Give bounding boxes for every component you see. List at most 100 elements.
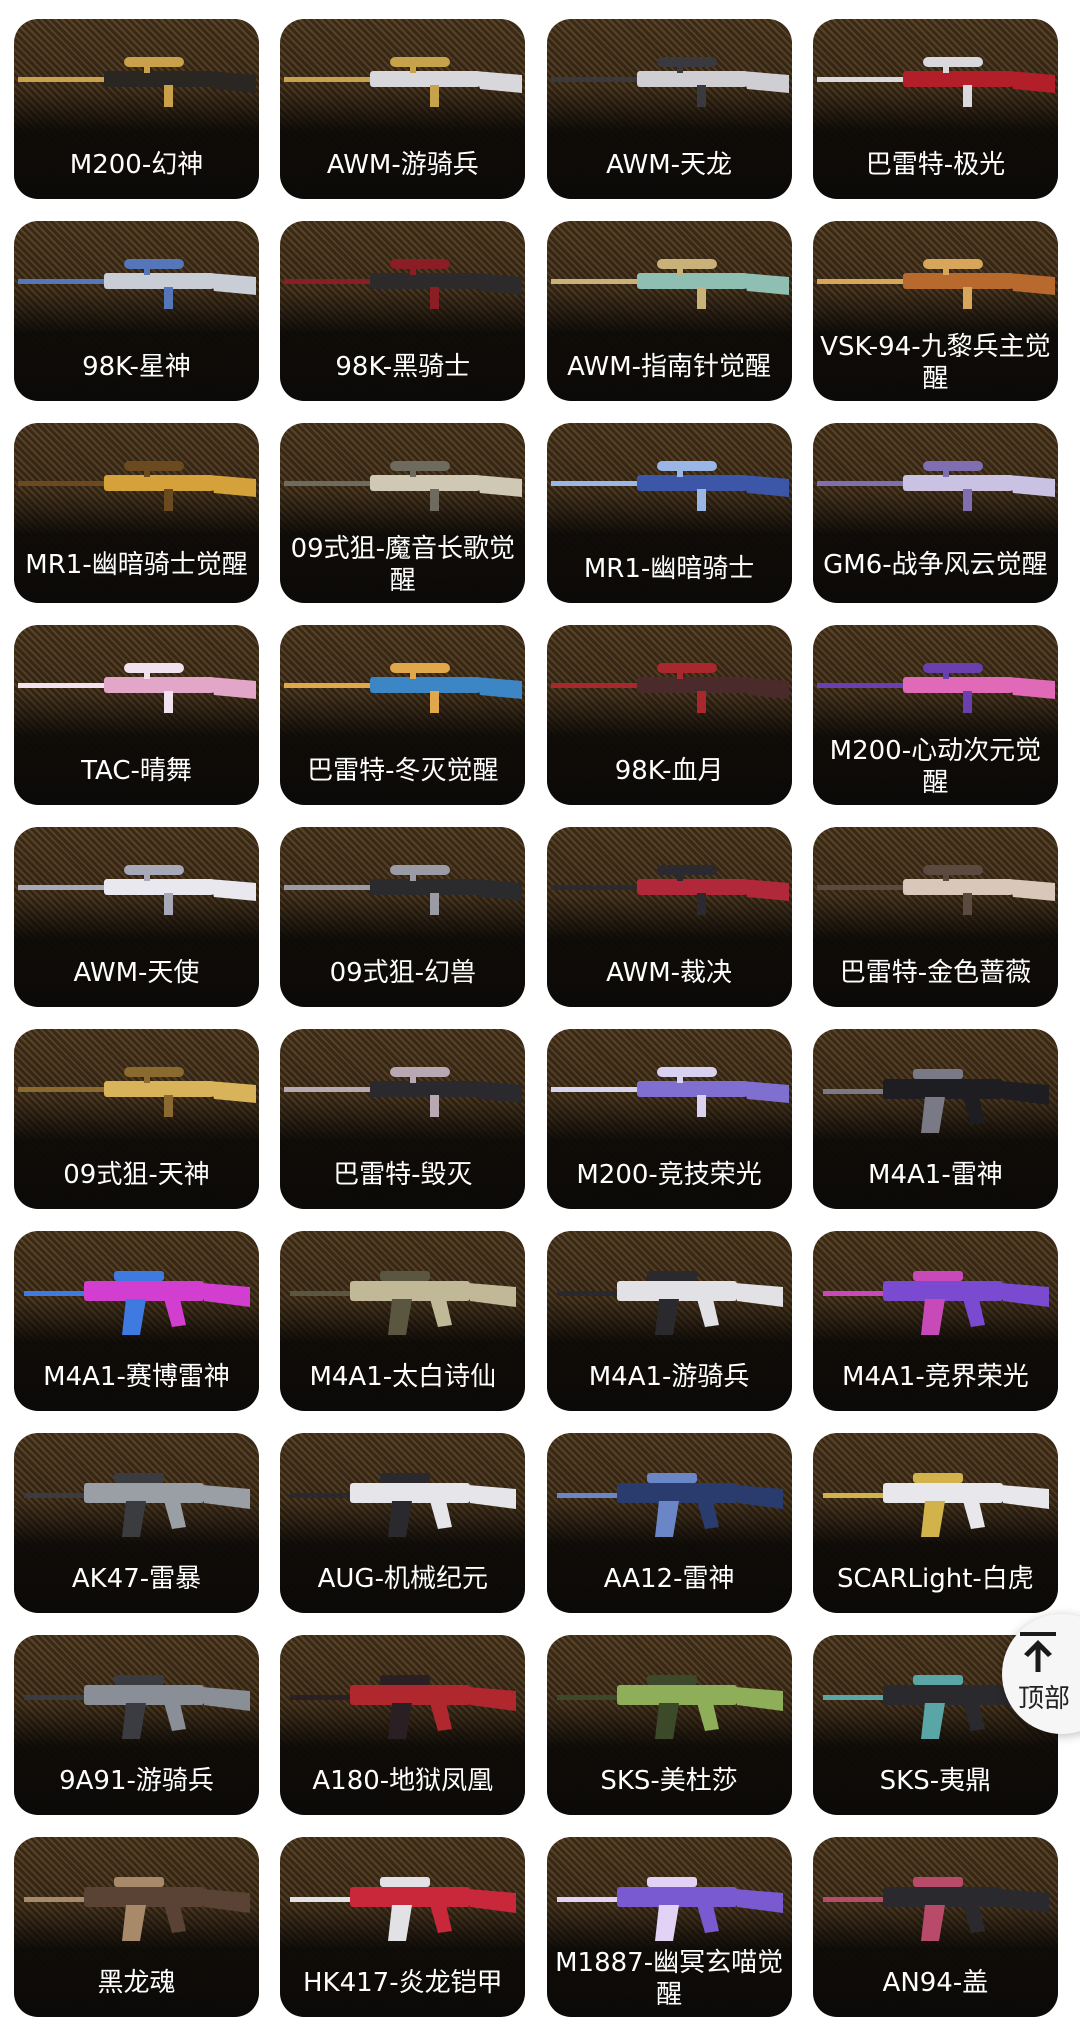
weapon-card[interactable]: 09式狙-魔音长歌觉醒 — [280, 423, 526, 603]
weapon-label: VSK-94-九黎兵主觉醒 — [820, 332, 1051, 394]
weapon-image — [290, 1877, 517, 1941]
weapon-image — [550, 259, 789, 309]
weapon-grid: M200-幻神 AWM-游骑兵 AWM-天龙 巴雷特-极光 98K-星神 98K… — [14, 19, 1058, 2017]
weapon-card[interactable]: A180-地狱凤凰 — [280, 1635, 526, 1815]
weapon-label: GM6-战争风云觉醒 — [823, 550, 1048, 580]
weapon-label: HK417-炎龙铠甲 — [302, 1968, 503, 1998]
weapon-card[interactable]: AUG-机械纪元 — [280, 1433, 526, 1613]
weapon-image — [816, 259, 1055, 309]
weapon-image — [822, 1473, 1049, 1537]
weapon-label: M4A1-太白诗仙 — [309, 1362, 497, 1392]
weapon-card[interactable]: M4A1-游骑兵 — [546, 1231, 792, 1411]
weapon-image — [816, 865, 1055, 915]
weapon-image — [290, 1271, 517, 1335]
weapon-label: M4A1-竞界荣光 — [842, 1362, 1029, 1392]
weapon-label: AK47-雷暴 — [71, 1564, 202, 1594]
weapon-card[interactable]: AWM-裁决 — [546, 827, 792, 1007]
weapon-label: AWM-指南针觉醒 — [567, 352, 772, 382]
weapon-card[interactable]: 9A91-游骑兵 — [14, 1635, 259, 1815]
weapon-image — [550, 461, 789, 511]
weapon-image — [550, 865, 789, 915]
weapon-card[interactable]: AWM-天使 — [14, 827, 259, 1007]
weapon-card[interactable]: 98K-星神 — [14, 221, 259, 401]
weapon-label: MR1-幽暗骑士觉醒 — [25, 550, 248, 580]
weapon-card[interactable]: 巴雷特-金色蔷薇 — [812, 827, 1058, 1007]
weapon-image — [24, 1675, 250, 1739]
weapon-card[interactable]: M4A1-雷神 — [812, 1029, 1058, 1209]
weapon-image — [18, 1067, 256, 1117]
weapon-label: SKS-夷鼎 — [879, 1766, 992, 1796]
weapon-label: SCARLight-白虎 — [837, 1564, 1034, 1594]
weapon-card[interactable]: 98K-黑骑士 — [280, 221, 526, 401]
weapon-image — [24, 1271, 250, 1335]
weapon-label: 巴雷特-极光 — [865, 150, 1006, 180]
weapon-card[interactable]: 巴雷特-极光 — [812, 19, 1058, 199]
weapon-image — [550, 57, 789, 107]
weapon-label: MR1-幽暗骑士 — [583, 554, 755, 584]
weapon-card[interactable]: 09式狙-幻兽 — [280, 827, 526, 1007]
weapon-card[interactable]: 09式狙-天神 — [14, 1029, 259, 1209]
weapon-label: 09式狙-幻兽 — [329, 958, 477, 988]
weapon-label: 黑龙魂 — [97, 1968, 176, 1998]
weapon-card[interactable]: GM6-战争风云觉醒 — [812, 423, 1058, 603]
weapon-card[interactable]: AWM-游骑兵 — [280, 19, 526, 199]
weapon-card[interactable]: M200-竞技荣光 — [546, 1029, 792, 1209]
weapon-card[interactable]: AK47-雷暴 — [14, 1433, 259, 1613]
weapon-label: 98K-血月 — [614, 756, 724, 786]
weapon-image — [284, 57, 523, 107]
weapon-image — [290, 1473, 517, 1537]
weapon-image — [816, 461, 1055, 511]
weapon-label: AUG-机械纪元 — [317, 1564, 488, 1594]
weapon-image — [556, 1877, 783, 1941]
weapon-card[interactable]: M4A1-赛博雷神 — [14, 1231, 259, 1411]
weapon-card[interactable]: SCARLight-白虎 — [812, 1433, 1058, 1613]
weapon-card[interactable]: AWM-天龙 — [546, 19, 792, 199]
weapon-label: M1887-幽冥玄喵觉醒 — [555, 1948, 784, 2010]
weapon-card[interactable]: M1887-幽冥玄喵觉醒 — [546, 1837, 792, 2017]
weapon-card[interactable]: AWM-指南针觉醒 — [546, 221, 792, 401]
weapon-label: A180-地狱凤凰 — [312, 1766, 494, 1796]
back-to-top-label: 顶部 — [1018, 1684, 1071, 1714]
weapon-label: SKS-美杜莎 — [600, 1766, 738, 1796]
weapon-image — [556, 1271, 783, 1335]
weapon-label: 98K-星神 — [82, 352, 191, 382]
weapon-image — [290, 1675, 517, 1739]
weapon-label: 09式狙-天神 — [63, 1160, 210, 1190]
weapon-image — [18, 461, 256, 511]
weapon-label: 98K-黑骑士 — [335, 352, 471, 382]
weapon-label: M4A1-游骑兵 — [588, 1362, 750, 1392]
weapon-image — [556, 1675, 783, 1739]
weapon-label: AN94-盖 — [882, 1968, 989, 1998]
weapon-image — [822, 1877, 1049, 1941]
weapon-image — [284, 1067, 523, 1117]
weapon-image — [18, 865, 256, 915]
weapon-label: 巴雷特-金色蔷薇 — [839, 958, 1032, 988]
weapon-card[interactable]: AA12-雷神 — [546, 1433, 792, 1613]
weapon-card[interactable]: M200-心动次元觉醒 — [812, 625, 1058, 805]
weapon-card[interactable]: M4A1-竞界荣光 — [812, 1231, 1058, 1411]
weapon-label: 9A91-游骑兵 — [59, 1766, 214, 1796]
weapon-image — [18, 259, 256, 309]
weapon-label: M200-心动次元觉醒 — [829, 736, 1042, 798]
weapon-label: 巴雷特-毁灭 — [333, 1160, 473, 1190]
weapon-card[interactable]: VSK-94-九黎兵主觉醒 — [812, 221, 1058, 401]
weapon-card[interactable]: SKS-美杜莎 — [546, 1635, 792, 1815]
weapon-label: 09式狙-魔音长歌觉醒 — [290, 534, 516, 596]
weapon-card[interactable]: MR1-幽暗骑士 — [546, 423, 792, 603]
weapon-card[interactable]: AN94-盖 — [812, 1837, 1058, 2017]
weapon-image — [18, 663, 256, 713]
weapon-image — [284, 259, 523, 309]
weapon-card[interactable]: TAC-晴舞 — [14, 625, 259, 805]
weapon-label: 巴雷特-冬灭觉醒 — [307, 756, 499, 786]
weapon-card[interactable]: 黑龙魂 — [14, 1837, 259, 2017]
weapon-card[interactable]: HK417-炎龙铠甲 — [280, 1837, 526, 2017]
weapon-image — [18, 57, 256, 107]
weapon-image — [822, 1069, 1049, 1133]
weapon-card[interactable]: M200-幻神 — [14, 19, 259, 199]
weapon-label: AA12-雷神 — [603, 1564, 735, 1594]
weapon-card[interactable]: MR1-幽暗骑士觉醒 — [14, 423, 259, 603]
weapon-card[interactable]: 98K-血月 — [546, 625, 792, 805]
weapon-card[interactable]: 巴雷特-冬灭觉醒 — [280, 625, 526, 805]
weapon-card[interactable]: 巴雷特-毁灭 — [280, 1029, 526, 1209]
weapon-card[interactable]: M4A1-太白诗仙 — [280, 1231, 526, 1411]
